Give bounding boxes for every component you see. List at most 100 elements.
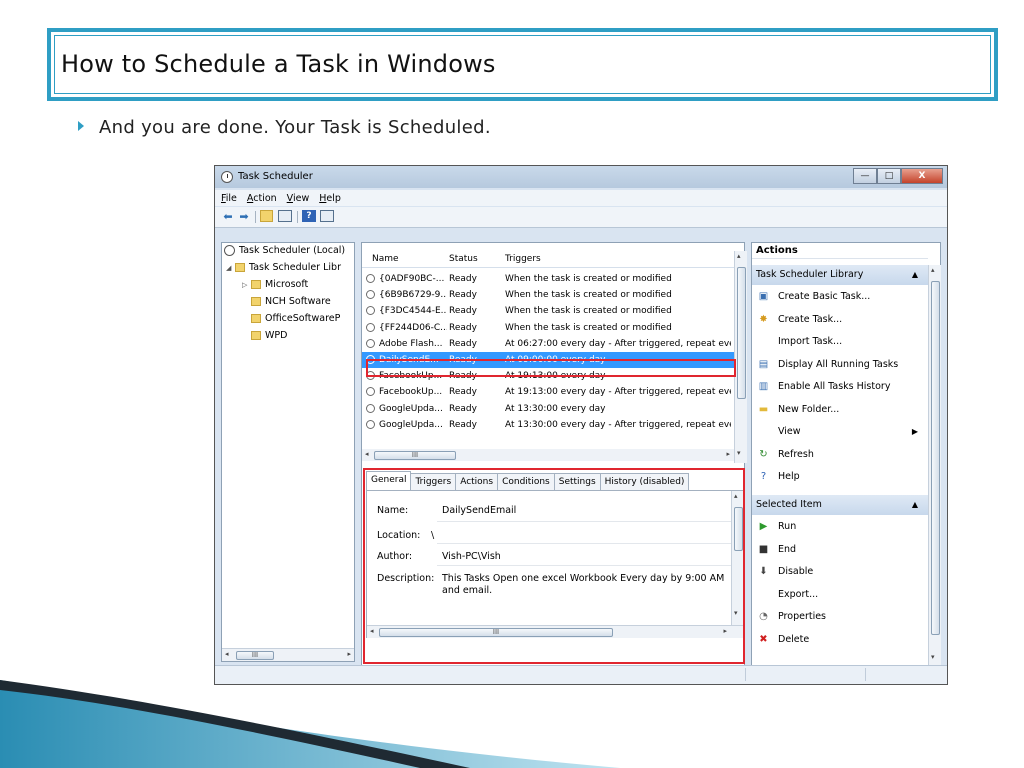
action-create-basic-task[interactable]: ▣ Create Basic Task... xyxy=(752,286,928,308)
task-row[interactable]: {0ADF90BC-... Ready When the task is creat… xyxy=(362,271,734,287)
task-row[interactable]: {6B9B6729-9... Ready When the task is crea… xyxy=(362,287,734,303)
collapse-caret-icon[interactable]: ▲ xyxy=(912,495,918,515)
tree-item-nch-software[interactable]: NCH Software xyxy=(251,296,331,307)
task-trigger: When the task is created or modified xyxy=(505,306,672,317)
menu-help[interactable]: Help xyxy=(319,193,341,204)
column-header-status[interactable]: Status xyxy=(449,254,478,264)
menu-file[interactable]: File xyxy=(221,193,237,204)
scroll-thumb[interactable] xyxy=(737,267,746,399)
action-label: Properties xyxy=(778,611,827,622)
actions-vertical-scrollbar[interactable]: ▴ ▾ xyxy=(928,265,941,665)
actions-header: Actions xyxy=(752,243,928,259)
task-status: Ready xyxy=(449,403,477,414)
tree-item-root[interactable]: Task Scheduler (Local) xyxy=(224,245,345,256)
show-hide-console-tree-icon[interactable] xyxy=(278,210,292,222)
action-delete[interactable]: ✖ Delete xyxy=(752,629,928,651)
task-status: Ready xyxy=(449,419,477,430)
action-label: New Folder... xyxy=(778,403,840,415)
forward-arrow-icon[interactable]: ➡ xyxy=(237,210,251,223)
task-row[interactable]: FacebookUp... Ready At 19:13:00 every day … xyxy=(362,384,734,400)
scroll-right-arrow-icon[interactable]: ▸ xyxy=(347,650,351,658)
action-label: Run xyxy=(778,521,797,532)
scroll-right-arrow-icon[interactable]: ▸ xyxy=(726,450,730,458)
back-arrow-icon[interactable]: ⬅ xyxy=(221,210,235,223)
help-icon[interactable]: ? xyxy=(302,210,316,222)
task-name: {F3DC4544-E... xyxy=(379,306,447,317)
task-row[interactable]: GoogleUpda... Ready At 13:30:00 every day xyxy=(362,401,734,417)
scroll-thumb[interactable]: III xyxy=(236,651,274,660)
section-title: Selected Item xyxy=(756,499,822,510)
tree-horizontal-scrollbar[interactable]: ◂ III ▸ xyxy=(222,648,354,661)
collapse-caret-icon[interactable]: ▲ xyxy=(912,265,918,285)
action-new-folder[interactable]: ▬ New Folder... xyxy=(752,399,928,421)
scroll-thumb[interactable]: III xyxy=(374,451,456,460)
task-row[interactable]: {FF244D06-C... Ready When the task is crea… xyxy=(362,320,734,336)
clock-icon xyxy=(221,171,233,183)
show-hide-action-pane-icon[interactable] xyxy=(320,210,334,222)
tree-item-officesoftware[interactable]: OfficeSoftwareP xyxy=(251,313,340,324)
action-disable[interactable]: ⬇ Disable xyxy=(752,561,928,583)
task-name: FacebookUp... xyxy=(379,387,443,398)
action-create-task[interactable]: ✸ Create Task... xyxy=(752,309,928,331)
action-label: Delete xyxy=(778,633,810,645)
tree-item-label: Task Scheduler (Local) xyxy=(239,245,346,256)
task-row[interactable]: {F3DC4544-E... Ready When the task is crea… xyxy=(362,303,734,319)
action-help[interactable]: ? Help xyxy=(752,466,928,488)
menu-view[interactable]: View xyxy=(287,193,310,204)
actions-section-selected-item[interactable]: Selected Item ▲ xyxy=(752,495,928,515)
task-list-header: Name Status Triggers xyxy=(362,251,734,268)
menu-action[interactable]: Action xyxy=(247,193,277,204)
action-enable-all-tasks-history[interactable]: ▥ Enable All Tasks History xyxy=(752,376,928,398)
expanded-triangle-icon: ◢ xyxy=(226,263,232,272)
action-label: Create Basic Task... xyxy=(778,291,871,302)
status-bar xyxy=(215,665,947,684)
scroll-left-arrow-icon[interactable]: ◂ xyxy=(365,450,369,458)
action-properties[interactable]: ◔ Properties xyxy=(752,606,928,628)
history-icon: ▥ xyxy=(758,381,769,392)
task-status: Ready xyxy=(449,322,477,333)
action-refresh[interactable]: ↻ Refresh xyxy=(752,444,928,466)
create-task-icon: ✸ xyxy=(759,313,768,325)
tab-general[interactable]: General xyxy=(366,471,412,490)
action-display-all-running-tasks[interactable]: ▤ Display All Running Tasks xyxy=(752,354,928,376)
action-end[interactable]: ■ End xyxy=(752,539,928,561)
actions-section-library[interactable]: Task Scheduler Library ▲ xyxy=(752,265,928,285)
task-name: Adobe Flash... xyxy=(379,338,443,349)
action-run[interactable]: ▶ Run xyxy=(752,516,928,538)
scroll-up-arrow-icon[interactable]: ▴ xyxy=(737,252,741,260)
toolbar-separator xyxy=(297,211,298,223)
actions-pane: Actions Task Scheduler Library ▲ ▣ Create… xyxy=(751,242,941,666)
scroll-left-arrow-icon[interactable]: ◂ xyxy=(225,650,229,658)
task-scheduler-window: Task Scheduler — □ X File Action View He… xyxy=(214,165,948,685)
close-button[interactable]: X xyxy=(901,168,943,184)
task-trigger: When the task is created or modified xyxy=(505,290,672,301)
action-import-task[interactable]: Import Task... xyxy=(752,331,928,353)
task-row[interactable]: Adobe Flash... Ready At 06:27:00 every day… xyxy=(362,336,734,352)
task-name: {6B9B6729-9... xyxy=(379,290,447,301)
tree-item-label: OfficeSoftwareP xyxy=(265,313,341,324)
scroll-thumb[interactable] xyxy=(931,281,940,635)
scroll-up-arrow-icon[interactable]: ▴ xyxy=(931,266,935,274)
action-export[interactable]: Export... xyxy=(752,584,928,606)
minimize-button[interactable]: — xyxy=(853,168,877,184)
scroll-down-arrow-icon[interactable]: ▾ xyxy=(737,449,741,457)
tree-item-wpd[interactable]: WPD xyxy=(251,330,287,341)
tree-item-microsoft[interactable]: ▷ Microsoft xyxy=(242,279,308,290)
task-list-vertical-scrollbar[interactable]: ▴ ▾ xyxy=(734,251,747,463)
maximize-button[interactable]: □ xyxy=(877,168,901,184)
task-row[interactable]: GoogleUpda... Ready At 13:30:00 every day … xyxy=(362,417,734,433)
task-list-horizontal-scrollbar[interactable]: ◂ III ▸ xyxy=(362,449,734,461)
running-tasks-icon: ▤ xyxy=(758,358,769,370)
task-trigger: At 06:27:00 every day - After triggered,… xyxy=(505,338,731,349)
action-view[interactable]: View ▶ xyxy=(752,421,928,443)
column-header-triggers[interactable]: Triggers xyxy=(505,254,541,264)
status-bar-divider xyxy=(745,668,746,681)
window-titlebar[interactable]: Task Scheduler — □ X xyxy=(215,166,947,188)
tree-item-library[interactable]: ◢ Task Scheduler Libr xyxy=(226,262,341,273)
up-folder-icon[interactable] xyxy=(260,210,273,222)
run-icon: ▶ xyxy=(759,521,768,532)
action-label: Export... xyxy=(778,588,819,600)
scroll-down-arrow-icon[interactable]: ▾ xyxy=(931,653,935,661)
collapsed-triangle-icon: ▷ xyxy=(242,280,248,289)
column-header-name[interactable]: Name xyxy=(372,254,399,264)
